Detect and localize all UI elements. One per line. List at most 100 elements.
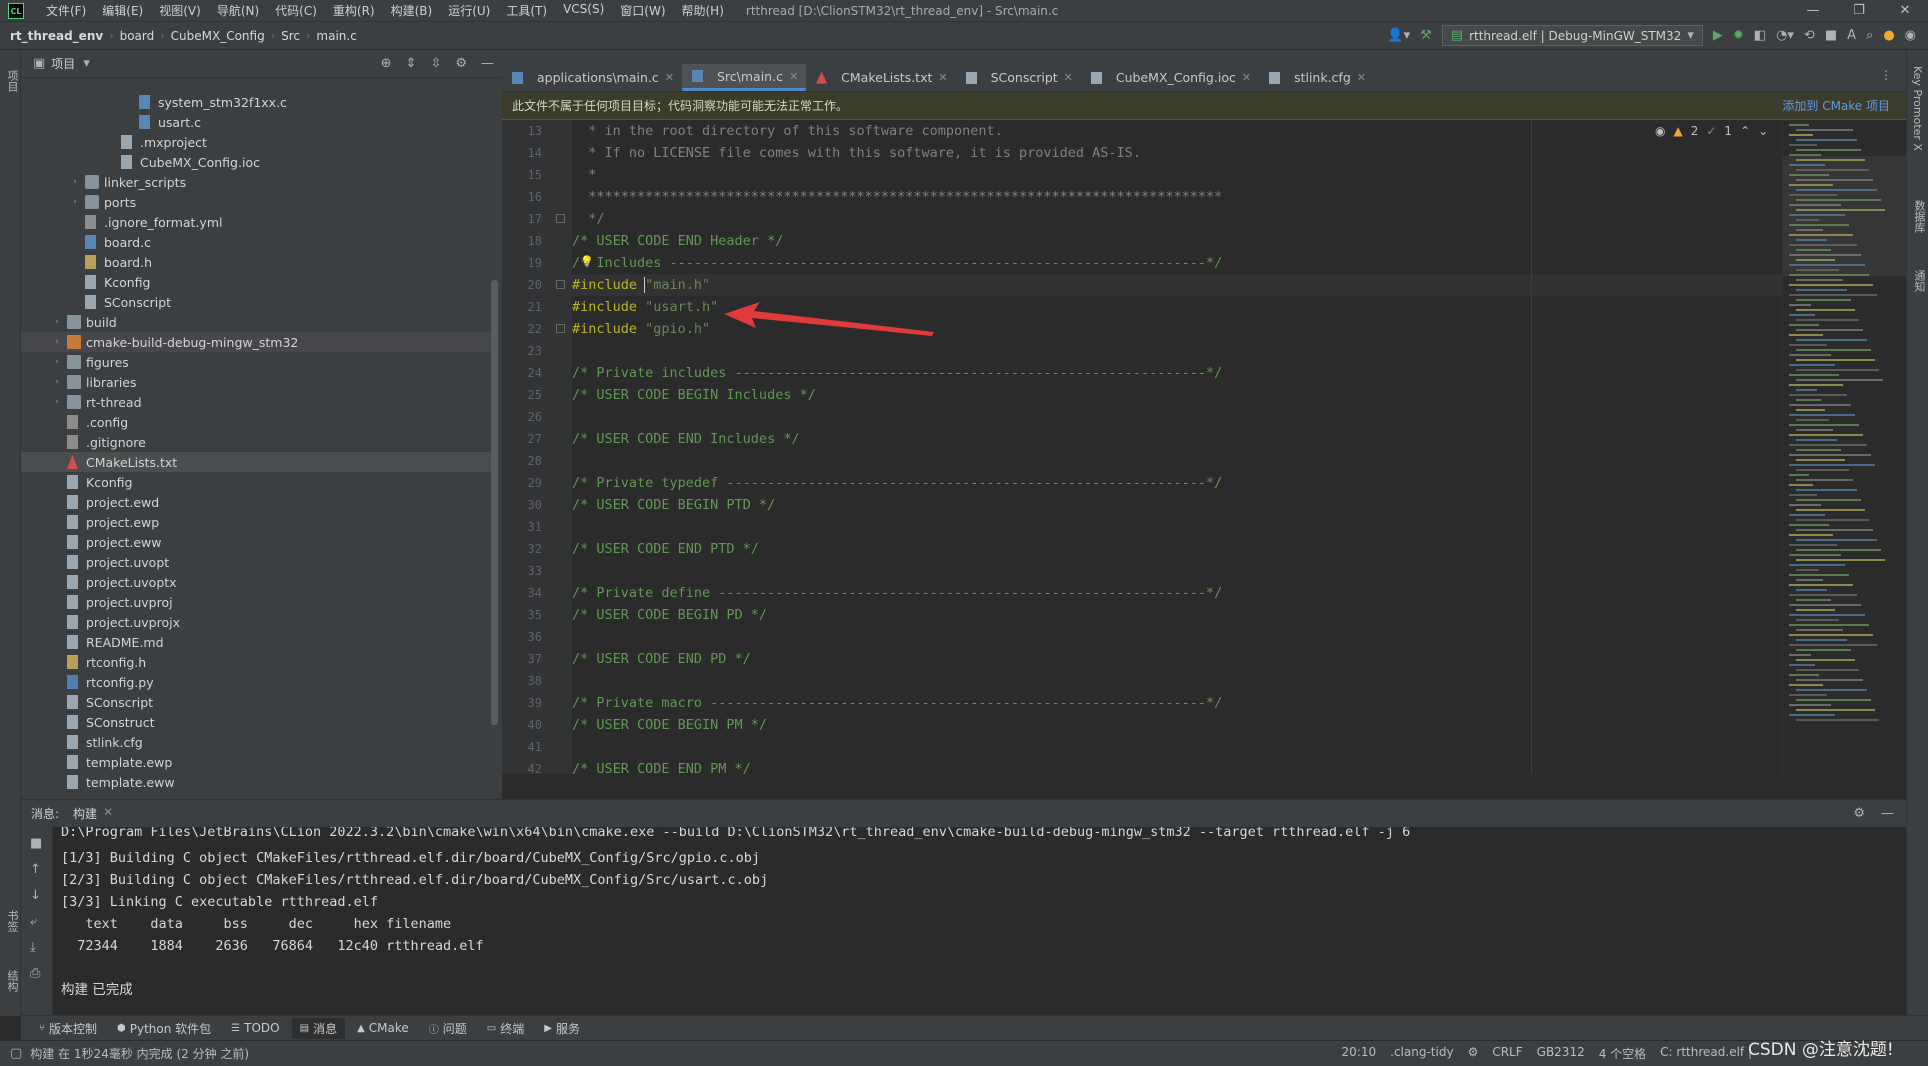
restore-icon[interactable]: ❐	[1836, 3, 1882, 18]
structure-tool-button[interactable]: 结构	[4, 970, 20, 992]
tool-window-button[interactable]: ▭ 终端	[479, 1018, 532, 1039]
tree-item[interactable]: .mxproject	[21, 132, 497, 152]
line-separator[interactable]: CRLF	[1492, 1045, 1522, 1062]
chevron-down-icon[interactable]: ▾	[83, 57, 90, 70]
collapse-all-icon[interactable]: ⇳	[430, 57, 441, 70]
menu-item[interactable]: 文件(F)	[38, 2, 94, 19]
gear-icon[interactable]: ⚙	[1468, 1045, 1479, 1062]
code-line[interactable]: /* USER CODE END PD */	[572, 648, 751, 670]
tool-window-button[interactable]: ⬢ Python 软件包	[109, 1018, 219, 1039]
code-line[interactable]: /* Private define ----------------------…	[572, 582, 1222, 604]
fold-marker-icon[interactable]	[556, 280, 565, 289]
tree-scrollbar[interactable]	[491, 280, 498, 725]
minimize-icon[interactable]: —	[1790, 3, 1836, 18]
hide-icon[interactable]: —	[481, 57, 494, 70]
menu-item[interactable]: 工具(T)	[498, 2, 555, 19]
attach-icon[interactable]: ⟲	[1804, 29, 1815, 42]
tree-item[interactable]: template.ewp	[21, 752, 497, 772]
notifications-tool-button[interactable]: 通知	[1911, 270, 1927, 292]
caret-position[interactable]: 20:10	[1342, 1045, 1377, 1062]
breadcrumb-cubemx[interactable]: CubeMX_Config	[171, 29, 265, 43]
stop-icon[interactable]: ■	[30, 837, 42, 850]
code-minimap[interactable]	[1782, 120, 1906, 774]
search-icon[interactable]: ⌕	[1866, 29, 1873, 42]
tree-item[interactable]: template.eww	[21, 772, 497, 792]
tree-item[interactable]: › build	[21, 312, 497, 332]
build-hammer-icon[interactable]: ⚒	[1420, 29, 1432, 42]
debug-icon[interactable]: ✹	[1733, 29, 1744, 42]
tree-item[interactable]: SConstruct	[21, 712, 497, 732]
chevron-right-icon[interactable]: ›	[69, 177, 81, 187]
code-line[interactable]: /* Includes ----------------------------…	[572, 252, 1222, 274]
menu-item[interactable]: 窗口(W)	[612, 2, 673, 19]
panel-toggle-icon[interactable]: ▢	[10, 1047, 22, 1060]
chevron-down-icon[interactable]: ⌄	[1758, 124, 1768, 138]
tool-window-button[interactable]: ▲ CMake	[349, 1019, 417, 1037]
run-icon[interactable]: ▶	[1713, 29, 1723, 42]
key-promoter-tool-button[interactable]: Key Promoter X	[1911, 66, 1924, 151]
tree-item[interactable]: › rt-thread	[21, 392, 497, 412]
tree-item[interactable]: .ignore_format.yml	[21, 212, 497, 232]
close-icon[interactable]: ✕	[103, 805, 113, 822]
code-line[interactable]: /* USER CODE BEGIN Includes */	[572, 384, 816, 406]
close-icon[interactable]: ✕	[665, 71, 674, 84]
close-icon[interactable]: ✕	[1242, 71, 1251, 84]
code-line[interactable]: #include "usart.h"	[572, 296, 718, 318]
tree-item[interactable]: system_stm32f1xx.c	[21, 92, 497, 112]
inspection-widget[interactable]: ◉ ▲ 2 ✓ 1 ⌃ ⌄	[1655, 124, 1768, 138]
close-icon[interactable]: ✕	[1357, 71, 1366, 84]
close-icon[interactable]: ✕	[938, 71, 947, 84]
arrow-down-icon[interactable]: ↓	[30, 889, 41, 902]
run-configuration-select[interactable]: ▤ rtthread.elf | Debug-MinGW_STM32 ▾	[1441, 25, 1703, 46]
menu-item[interactable]: 导航(N)	[209, 2, 267, 19]
code-line[interactable]: /* USER CODE BEGIN PTD */	[572, 494, 775, 516]
gear-icon[interactable]: ⚙	[1853, 807, 1865, 820]
chevron-right-icon[interactable]: ›	[69, 197, 81, 207]
chevron-right-icon[interactable]: ›	[51, 317, 63, 327]
settings-logo-icon[interactable]: ◉	[1905, 29, 1916, 42]
hide-icon[interactable]: —	[1881, 807, 1894, 820]
eye-icon[interactable]: ◉	[1655, 124, 1665, 138]
profile-icon[interactable]: ◔▾	[1776, 29, 1794, 42]
coverage-icon[interactable]: ◧	[1754, 29, 1766, 42]
breadcrumb-root[interactable]: rt_thread_env	[10, 29, 103, 43]
build-tab[interactable]: 构建 ✕	[73, 805, 113, 822]
editor-tab[interactable]: applications\main.c ✕	[502, 64, 682, 91]
tree-item[interactable]: board.h	[21, 252, 497, 272]
tree-item[interactable]: rtconfig.h	[21, 652, 497, 672]
indent-setting[interactable]: 4 个空格	[1599, 1045, 1646, 1062]
code-line[interactable]: /* USER CODE END PTD */	[572, 538, 759, 560]
tree-item[interactable]: project.eww	[21, 532, 497, 552]
tree-item[interactable]: Kconfig	[21, 272, 497, 292]
tree-item[interactable]: SConscript	[21, 692, 497, 712]
bookmarks-tool-button[interactable]: 书签	[4, 910, 20, 932]
breadcrumb-file[interactable]: main.c	[316, 29, 356, 43]
tree-item[interactable]: Kconfig	[21, 472, 497, 492]
editor-tab[interactable]: CubeMX_Config.ioc ✕	[1081, 64, 1259, 91]
tree-item[interactable]: › ports	[21, 192, 497, 212]
editor-tab[interactable]: SConscript ✕	[956, 64, 1081, 91]
chevron-up-icon[interactable]: ⌃	[1740, 124, 1750, 138]
translate-icon[interactable]: A	[1847, 29, 1856, 42]
tree-item[interactable]: README.md	[21, 632, 497, 652]
code-line[interactable]: #include "gpio.h"	[572, 318, 710, 340]
gear-icon[interactable]: ⚙	[455, 57, 467, 70]
editor-tab[interactable]: CMakeLists.txt ✕	[806, 64, 955, 91]
tree-item[interactable]: board.c	[21, 232, 497, 252]
status-message[interactable]: 构建 在 1秒24毫秒 内完成 (2 分钟 之前)	[30, 1045, 249, 1062]
tool-window-button[interactable]: ▶ 服务	[536, 1018, 588, 1039]
fold-marker-icon[interactable]	[556, 214, 565, 223]
tree-item[interactable]: CubeMX_Config.ioc	[21, 152, 497, 172]
chevron-right-icon[interactable]: ›	[51, 377, 63, 387]
tree-item[interactable]: project.ewd	[21, 492, 497, 512]
tree-item[interactable]: CMakeLists.txt	[21, 452, 497, 472]
editor-tab[interactable]: stlink.cfg ✕	[1259, 64, 1374, 91]
stop-icon[interactable]: ■	[1825, 29, 1837, 42]
file-encoding[interactable]: GB2312	[1537, 1045, 1585, 1062]
editor-tab[interactable]: Src\main.c ✕	[681, 64, 807, 91]
code-line[interactable]: /* USER CODE BEGIN PM */	[572, 714, 767, 736]
menu-item[interactable]: 编辑(E)	[94, 2, 151, 19]
arrow-up-icon[interactable]: ↑	[30, 863, 41, 876]
locate-icon[interactable]: ⊕	[381, 57, 392, 70]
code-line[interactable]: /* USER CODE BEGIN PD */	[572, 604, 767, 626]
